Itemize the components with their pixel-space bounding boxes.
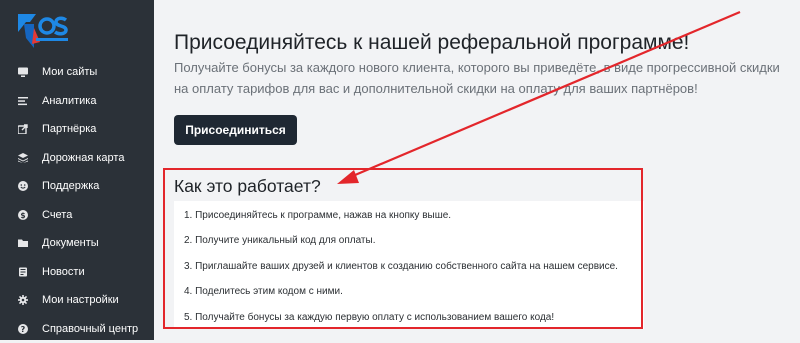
sidebar-item-news[interactable]: Новости bbox=[0, 258, 154, 287]
sidebar-item-label: Новости bbox=[42, 266, 85, 278]
list-item: 2. Получите уникальный код для оплаты. bbox=[184, 235, 375, 246]
company-logo[interactable] bbox=[14, 8, 74, 52]
gear-icon bbox=[18, 295, 28, 305]
page-description: Получайте бонусы за каждого нового клиен… bbox=[174, 57, 794, 99]
sidebar-item-documents[interactable]: Документы bbox=[0, 229, 154, 258]
list-item: 1. Присоединяйтесь к программе, нажав на… bbox=[184, 210, 451, 221]
svg-text:?: ? bbox=[21, 325, 26, 334]
sidebar: Мои сайты Аналитика Партнёрка Дорожная к… bbox=[0, 0, 154, 340]
list-item: 4. Поделитесь этим кодом с ними. bbox=[184, 286, 343, 297]
list-item: 3. Приглашайте ваших друзей и клиентов к… bbox=[184, 261, 618, 272]
dollar-icon: $ bbox=[18, 210, 28, 220]
layers-icon bbox=[18, 153, 28, 163]
sidebar-item-label: Дорожная карта bbox=[42, 152, 124, 164]
newspaper-icon bbox=[18, 267, 28, 277]
sidebar-item-label: Мои настройки bbox=[42, 294, 119, 306]
steps-list: 1. Присоединяйтесь к программе, нажав на… bbox=[174, 201, 644, 329]
sidebar-item-analytics[interactable]: Аналитика bbox=[0, 87, 154, 116]
sidebar-item-label: Мои сайты bbox=[42, 66, 97, 78]
monitor-icon bbox=[18, 67, 28, 77]
help-icon: ? bbox=[18, 324, 28, 334]
main-content: Присоединяйтесь к нашей реферальной прог… bbox=[154, 0, 800, 340]
page-title: Присоединяйтесь к нашей реферальной прог… bbox=[174, 31, 689, 55]
sidebar-item-support[interactable]: Поддержка bbox=[0, 172, 154, 201]
sidebar-item-partners[interactable]: Партнёрка bbox=[0, 115, 154, 144]
bars-icon bbox=[18, 96, 28, 106]
folder-icon bbox=[18, 238, 28, 248]
sidebar-item-label: Справочный центр bbox=[42, 323, 138, 335]
sidebar-item-label: Документы bbox=[42, 237, 99, 249]
svg-text:$: $ bbox=[20, 211, 25, 220]
sidebar-item-help-center[interactable]: ? Справочный центр bbox=[0, 315, 154, 343]
sidebar-item-my-sites[interactable]: Мои сайты bbox=[0, 58, 154, 87]
sidebar-item-settings[interactable]: Мои настройки bbox=[0, 286, 154, 315]
sidebar-item-label: Партнёрка bbox=[42, 123, 96, 135]
share-icon bbox=[18, 124, 28, 134]
sidebar-item-label: Счета bbox=[42, 209, 72, 221]
sidebar-item-label: Аналитика bbox=[42, 95, 96, 107]
smile-icon bbox=[18, 181, 28, 191]
sidebar-item-label: Поддержка bbox=[42, 180, 99, 192]
sidebar-nav: Мои сайты Аналитика Партнёрка Дорожная к… bbox=[0, 58, 154, 343]
join-button[interactable]: Присоединиться bbox=[174, 115, 297, 145]
how-it-works-heading: Как это работает? bbox=[174, 176, 321, 197]
sidebar-item-roadmap[interactable]: Дорожная карта bbox=[0, 144, 154, 173]
list-item: 5. Получайте бонусы за каждую первую опл… bbox=[184, 312, 554, 323]
sidebar-item-invoices[interactable]: $ Счета bbox=[0, 201, 154, 230]
